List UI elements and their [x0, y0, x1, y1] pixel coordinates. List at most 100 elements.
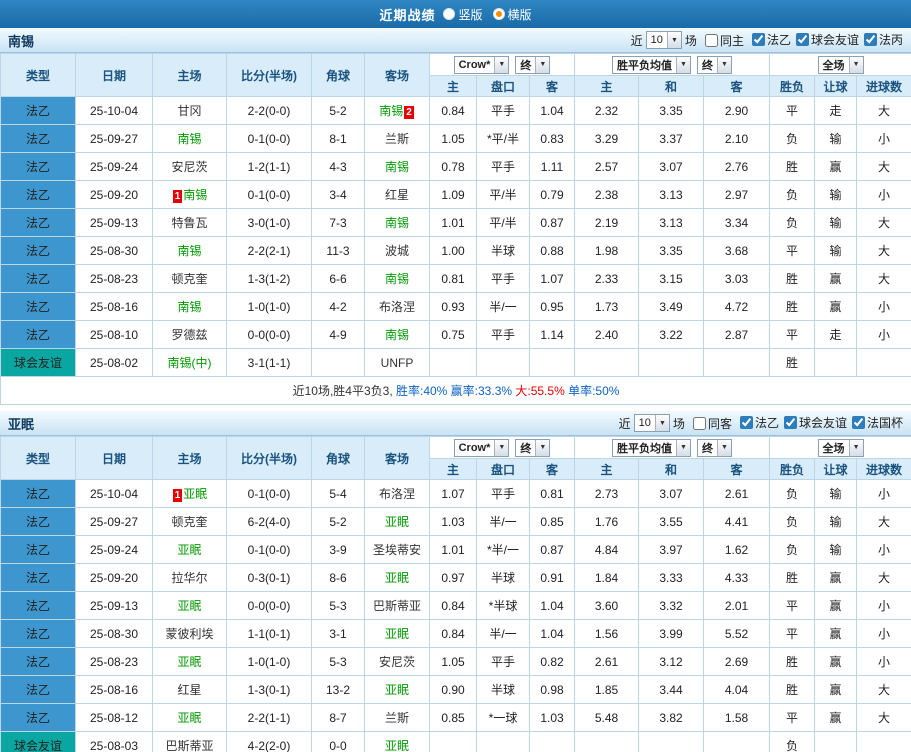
handicap-result-cell: 赢: [814, 292, 858, 321]
away-team-cell[interactable]: 亚眠: [364, 619, 430, 648]
match-row: 法乙 25-08-30 南锡 2-2(2-1) 11-3 波城 1.00 半球 …: [0, 236, 911, 265]
same-venue-checkbox[interactable]: [704, 33, 718, 47]
match-count-select[interactable]: 10 ▼: [645, 31, 682, 49]
radio-selected-icon[interactable]: [492, 8, 505, 20]
away-team-cell[interactable]: 南锡: [364, 152, 430, 181]
home-team-cell[interactable]: 罗德兹: [152, 320, 227, 349]
away-team-cell[interactable]: 南锡: [364, 320, 430, 349]
league-filter[interactable]: 法乙: [751, 31, 791, 48]
avg-home-cell: 2.73: [574, 479, 639, 508]
away-team-cell[interactable]: 兰斯: [364, 703, 430, 732]
home-team-cell[interactable]: 1 亚眠: [152, 479, 227, 508]
away-team-cell[interactable]: 红星: [364, 180, 430, 209]
away-team-cell[interactable]: 亚眠: [364, 731, 430, 752]
score-cell: 2-2(2-1): [226, 236, 312, 265]
result-cell: 平: [769, 236, 816, 265]
matches-table: 类型 日期 主场 比分(半场) 角球 客场 Crow* ▼ 终 ▼ 胜平负均值 …: [0, 436, 911, 752]
home-team-cell[interactable]: 红星: [152, 675, 227, 704]
home-team-cell[interactable]: 亚眠: [152, 647, 227, 676]
odds-time-select[interactable]: 终 ▼: [515, 438, 551, 457]
home-team-cell[interactable]: 1 南锡: [152, 180, 227, 209]
league-checkbox[interactable]: [795, 33, 809, 46]
league-label: 法国杯: [866, 416, 903, 430]
avg-odds-value: 胜平负均值: [617, 442, 672, 455]
home-team-cell[interactable]: 甘冈: [152, 96, 227, 125]
match-count-select[interactable]: 10 ▼: [633, 414, 670, 432]
avg-away-cell: [702, 731, 771, 752]
avg-time-select[interactable]: 终 ▼: [697, 55, 732, 74]
league-checkbox[interactable]: [863, 33, 877, 46]
avg-odds-select[interactable]: 胜平负均值 ▼: [612, 55, 691, 74]
home-team-cell[interactable]: 蒙彼利埃: [152, 619, 227, 648]
away-team-cell[interactable]: 兰斯: [364, 124, 430, 153]
home-team-cell[interactable]: 特鲁瓦: [152, 208, 227, 237]
same-venue-filter[interactable]: 同主: [704, 32, 744, 49]
league-filter[interactable]: 法乙: [739, 414, 779, 431]
league-checkbox[interactable]: [783, 416, 797, 429]
away-team-cell[interactable]: 波城: [364, 236, 430, 265]
score-cell: 0-1(0-0): [226, 535, 312, 564]
away-team-cell[interactable]: 圣埃蒂安: [364, 535, 430, 564]
avg-time-select[interactable]: 终 ▼: [697, 438, 732, 457]
home-team-cell[interactable]: 巴斯蒂亚: [152, 731, 227, 752]
home-team-cell[interactable]: 亚眠: [152, 703, 227, 732]
avg-away-cell: 5.52: [702, 619, 771, 648]
goals-result-cell: 小: [856, 320, 911, 349]
league-checkbox[interactable]: [739, 416, 753, 429]
league-checkbox[interactable]: [851, 416, 865, 429]
away-team-cell[interactable]: 南锡: [364, 208, 430, 237]
same-venue-filter[interactable]: 同客: [692, 415, 732, 432]
avg-away-cell: 2.61: [702, 479, 771, 508]
home-team-cell[interactable]: 拉华尔: [152, 563, 227, 592]
avg-home-cell: 1.56: [574, 619, 639, 648]
home-team-cell[interactable]: 南锡: [152, 236, 227, 265]
league-label: 法乙: [766, 33, 791, 47]
away-team-cell[interactable]: 南锡 2: [364, 96, 430, 125]
away-team-cell[interactable]: 亚眠: [364, 507, 430, 536]
away-odds-cell: 0.81: [529, 479, 575, 508]
home-team-cell[interactable]: 南锡: [152, 124, 227, 153]
avg-draw-cell: [638, 348, 704, 377]
home-odds-cell: [429, 348, 477, 377]
away-team-cell[interactable]: UNFP: [364, 348, 430, 377]
home-team-cell[interactable]: 顿克奎: [152, 507, 227, 536]
home-team-cell[interactable]: 南锡(中): [152, 348, 227, 377]
odds-company-select[interactable]: Crow* ▼: [453, 55, 510, 74]
odds-company-select[interactable]: Crow* ▼: [453, 438, 510, 457]
team-label: 圣埃蒂安: [372, 543, 421, 557]
league-label: 球会友谊: [798, 416, 847, 430]
away-team-cell[interactable]: 巴斯蒂亚: [364, 591, 430, 620]
league-type-cell: 法乙: [0, 152, 76, 181]
home-team-cell[interactable]: 顿克奎: [152, 264, 227, 293]
league-filter[interactable]: 球会友谊: [795, 31, 859, 48]
home-team-cell[interactable]: 亚眠: [152, 591, 227, 620]
layout-option-vertical[interactable]: 竖版: [443, 6, 483, 23]
odds-time-select[interactable]: 终 ▼: [515, 55, 551, 74]
away-team-cell[interactable]: 布洛涅: [364, 292, 430, 321]
away-team-cell[interactable]: 亚眠: [364, 563, 430, 592]
scope-select[interactable]: 全场 ▼: [817, 438, 864, 457]
home-team-cell[interactable]: 安尼茨: [152, 152, 227, 181]
avg-draw-cell: 3.22: [638, 320, 704, 349]
away-team-cell[interactable]: 南锡: [364, 264, 430, 293]
away-team-cell[interactable]: 布洛涅: [364, 479, 430, 508]
corner-cell: 5-4: [311, 479, 365, 508]
away-team-cell[interactable]: 安尼茨: [364, 647, 430, 676]
league-filter[interactable]: 法丙: [863, 31, 903, 48]
summary-part: 大:55.5%: [515, 384, 569, 398]
away-team-cell[interactable]: 亚眠: [364, 675, 430, 704]
avg-odds-select[interactable]: 胜平负均值 ▼: [612, 438, 691, 457]
layout-option-horizontal[interactable]: 横版: [492, 6, 532, 23]
match-row: 法乙 25-08-16 红星 1-3(0-1) 13-2 亚眠 0.90 半球 …: [0, 675, 911, 704]
league-filter[interactable]: 球会友谊: [783, 414, 847, 431]
same-venue-checkbox[interactable]: [692, 416, 706, 430]
radio-unselected-icon[interactable]: [443, 8, 456, 20]
home-odds-cell: 0.81: [429, 264, 477, 293]
scope-select[interactable]: 全场 ▼: [817, 55, 864, 74]
league-type-cell: 法乙: [0, 675, 76, 704]
home-team-cell[interactable]: 亚眠: [152, 535, 227, 564]
league-checkbox[interactable]: [751, 33, 765, 46]
home-team-cell[interactable]: 南锡: [152, 292, 227, 321]
league-filter[interactable]: 法国杯: [851, 414, 903, 431]
handicap-cell: [476, 348, 530, 377]
